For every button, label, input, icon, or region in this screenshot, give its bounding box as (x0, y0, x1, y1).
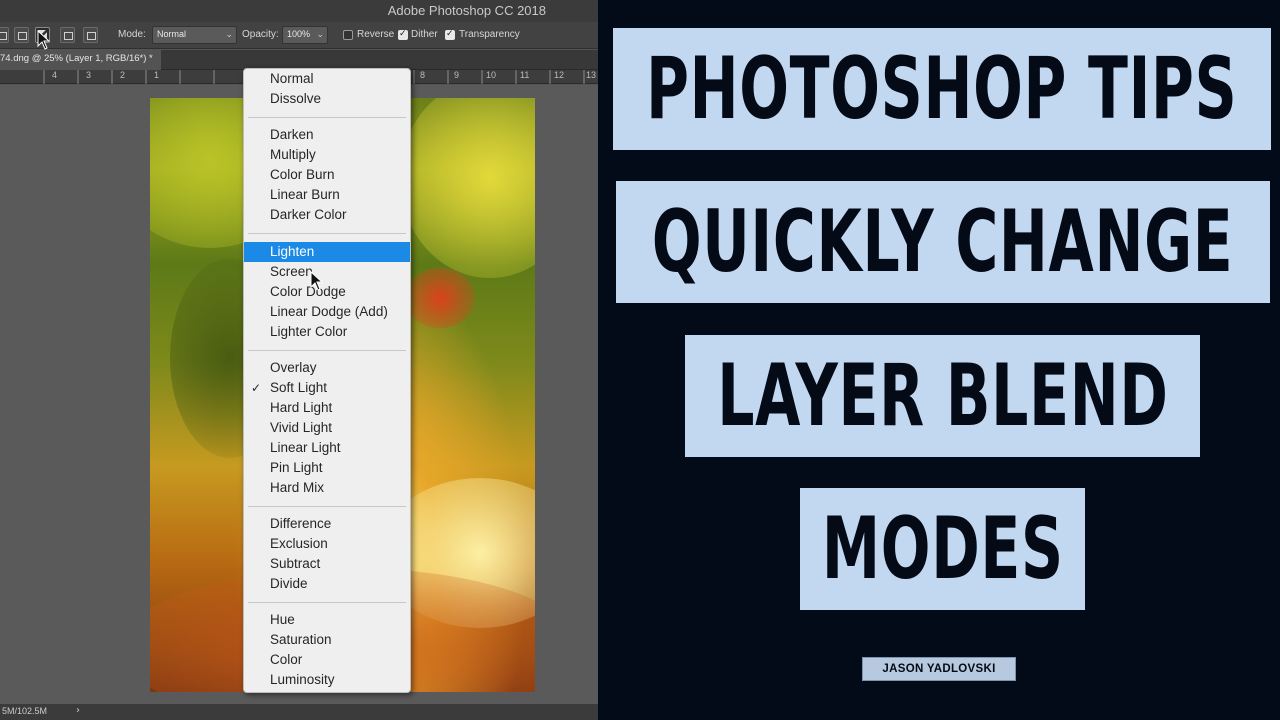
photoshop-window: Adobe Photoshop CC 2018 Mode: Normal ⌄ O… (0, 0, 598, 720)
reverse-checkbox[interactable] (343, 30, 353, 40)
blend-mode-exclusion[interactable]: Exclusion (244, 534, 410, 554)
blend-mode-lighten[interactable]: Lighten (244, 242, 410, 262)
ruler-label: 8 (420, 70, 426, 80)
gradient-linear-icon[interactable] (0, 27, 9, 43)
blend-mode-darken[interactable]: Darken (244, 125, 410, 145)
mode-select[interactable]: Normal ⌄ (152, 26, 237, 44)
menu-divider (248, 233, 406, 234)
reverse-label: Reverse (357, 29, 395, 40)
title-line-2: QUICKLY CHANGE (652, 192, 1234, 292)
status-bar: 5M/102.5M › (0, 704, 598, 720)
title-banner-3: LAYER BLEND (685, 335, 1200, 457)
gradient-diamond-icon[interactable] (83, 27, 98, 43)
blend-group-difference: Difference Exclusion Subtract Divide (244, 514, 410, 594)
options-bar: Mode: Normal ⌄ Opacity: 100% ⌄ Reverse D… (0, 22, 598, 49)
blend-mode-hard-mix[interactable]: Hard Mix (244, 478, 410, 498)
transparency-label: Transparency (459, 29, 520, 40)
title-banner-1: PHOTOSHOP TIPS (613, 28, 1271, 150)
blend-mode-color-burn[interactable]: Color Burn (244, 165, 410, 185)
gradient-radial-icon[interactable] (14, 27, 29, 43)
blend-mode-darker-color[interactable]: Darker Color (244, 205, 410, 225)
blend-mode-pin-light[interactable]: Pin Light (244, 458, 410, 478)
blend-mode-dissolve[interactable]: Dissolve (244, 89, 410, 109)
opacity-label: Opacity: (242, 29, 279, 40)
checkmark-icon: ✓ (251, 381, 262, 395)
ruler-label: 1 (154, 70, 160, 80)
ruler-label: 11 (520, 70, 530, 80)
mode-label: Mode: (118, 29, 146, 40)
ruler-label: 9 (454, 70, 460, 80)
document-tab-label: 74.dng @ 25% (Layer 1, RGB/16*) * (0, 53, 153, 64)
ruler-label: 4 (52, 70, 58, 80)
blend-mode-vivid-light[interactable]: Vivid Light (244, 418, 410, 438)
ruler-label: 10 (486, 70, 497, 80)
menu-divider (248, 602, 406, 603)
blend-mode-soft-light-label: Soft Light (270, 380, 328, 395)
chevron-down-icon: ⌄ (316, 29, 324, 39)
blend-mode-lighter-color[interactable]: Lighter Color (244, 322, 410, 342)
title-line-4: MODES (821, 499, 1064, 599)
menu-divider (248, 506, 406, 507)
blend-mode-hard-light[interactable]: Hard Light (244, 398, 410, 418)
blend-mode-menu[interactable]: Normal Dissolve Darken Multiply Color Bu… (243, 68, 411, 693)
blend-mode-linear-dodge[interactable]: Linear Dodge (Add) (244, 302, 410, 322)
ruler-label: 12 (554, 70, 565, 80)
dither-checkbox[interactable] (398, 28, 408, 40)
blend-mode-overlay[interactable]: Overlay (244, 358, 410, 378)
opacity-field[interactable]: 100% ⌄ (282, 26, 328, 44)
red-leaves (405, 268, 475, 328)
title-banner-2: QUICKLY CHANGE (616, 181, 1270, 303)
blend-mode-multiply[interactable]: Multiply (244, 145, 410, 165)
blend-group-darken: Darken Multiply Color Burn Linear Burn D… (244, 125, 410, 225)
document-tab-bar: 74.dng @ 25% (Layer 1, RGB/16*) * (0, 50, 598, 70)
blend-mode-saturation[interactable]: Saturation (244, 630, 410, 650)
title-line-1: PHOTOSHOP TIPS (646, 39, 1238, 139)
ruler-label: 3 (86, 70, 92, 80)
opacity-value: 100% (287, 29, 311, 39)
menu-divider (248, 117, 406, 118)
blend-group-hue: Hue Saturation Color Luminosity (244, 610, 410, 690)
blend-group-overlay: Overlay ✓ Soft Light Hard Light Vivid Li… (244, 358, 410, 498)
menu-divider (248, 350, 406, 351)
blend-mode-normal[interactable]: Normal (244, 69, 410, 89)
blend-group-lighten: Lighten Screen Color Dodge Linear Dodge … (244, 242, 410, 342)
author-badge: JASON YADLOVSKI (862, 657, 1016, 681)
blend-mode-luminosity[interactable]: Luminosity (244, 670, 410, 690)
ruler-label: 2 (120, 70, 126, 80)
blend-mode-subtract[interactable]: Subtract (244, 554, 410, 574)
document-tab[interactable]: 74.dng @ 25% (Layer 1, RGB/16*) * (0, 50, 161, 70)
ruler-label: 13 (586, 70, 597, 80)
title-line-3: LAYER BLEND (716, 346, 1169, 446)
blend-mode-soft-light[interactable]: ✓ Soft Light (244, 378, 410, 398)
transparency-checkbox[interactable] (445, 28, 455, 40)
blend-mode-difference[interactable]: Difference (244, 514, 410, 534)
app-title: Adobe Photoshop CC 2018 (387, 3, 546, 18)
blend-mode-screen[interactable]: Screen (244, 262, 410, 282)
chevron-down-icon: ⌄ (225, 29, 233, 39)
foliage-highlight (400, 98, 535, 278)
blend-mode-color-dodge[interactable]: Color Dodge (244, 282, 410, 302)
blend-mode-linear-burn[interactable]: Linear Burn (244, 185, 410, 205)
blend-group-normal: Normal Dissolve (244, 69, 410, 109)
chevron-right-icon[interactable]: › (76, 705, 80, 716)
blend-mode-divide[interactable]: Divide (244, 574, 410, 594)
author-name: JASON YADLOVSKI (882, 663, 996, 675)
dither-label: Dither (411, 29, 438, 40)
gradient-reflected-icon[interactable] (60, 27, 75, 43)
blend-mode-hue[interactable]: Hue (244, 610, 410, 630)
title-bar: Adobe Photoshop CC 2018 (0, 0, 598, 22)
blend-mode-linear-light[interactable]: Linear Light (244, 438, 410, 458)
mode-select-value: Normal (157, 29, 187, 39)
title-banner-4: MODES (800, 488, 1085, 610)
blend-mode-color[interactable]: Color (244, 650, 410, 670)
document-size-status: 5M/102.5M (2, 706, 48, 716)
